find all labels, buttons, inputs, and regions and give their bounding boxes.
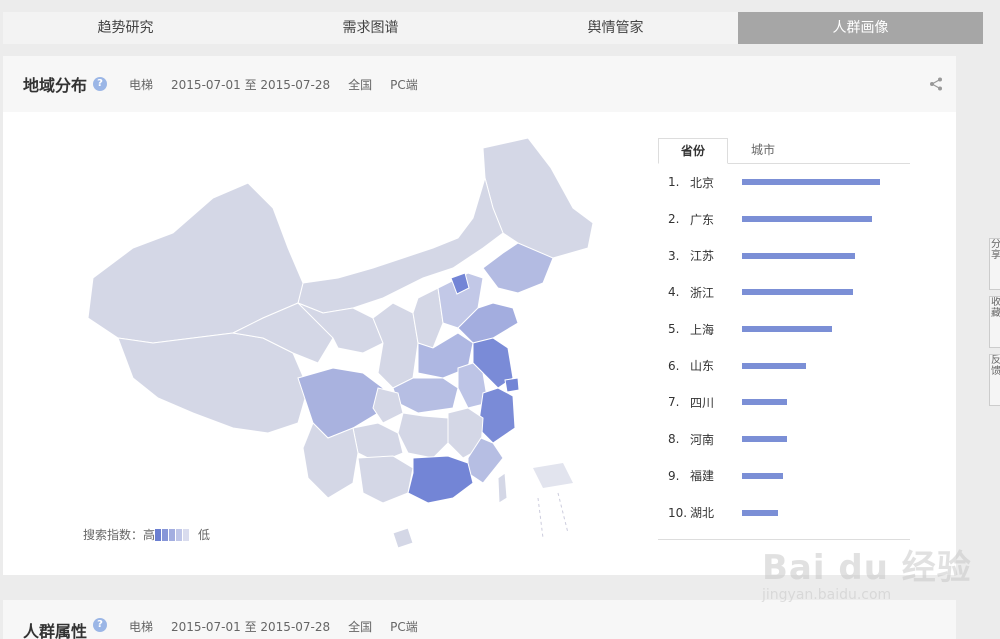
rank-item: 1. 北京 [658, 164, 910, 201]
tab-trend[interactable]: 趋势研究 [3, 12, 248, 44]
device-label: PC端 [390, 77, 418, 92]
side-favorite-button[interactable]: 收藏 [989, 296, 1000, 348]
area-label: 全国 [348, 77, 373, 92]
rank-province-name: 福建 [690, 469, 715, 484]
side-toolbar: 分享 收藏 反馈 [989, 238, 1000, 412]
map-region-hubei [392, 377, 459, 414]
rank-number: 8. [668, 432, 680, 447]
map-region-zhejiang [477, 387, 516, 444]
legend-swatch [183, 528, 190, 541]
page-title: 地域分布 [23, 76, 88, 95]
rank-number: 4. [668, 285, 680, 300]
rank-item: 9. 福建 [658, 458, 910, 495]
legend-swatch [176, 528, 183, 541]
device-label: PC端 [390, 620, 418, 634]
map-region-guangdong [407, 455, 474, 504]
rank-province-name: 北京 [690, 175, 715, 190]
tab-demand[interactable]: 需求图谱 [248, 12, 493, 44]
legend-swatch [169, 528, 176, 541]
watermark-url: jingyan.baidu.com [762, 587, 892, 603]
rank-province-name: 湖北 [690, 506, 715, 521]
map-region-shanghai [504, 377, 520, 393]
rank-bar [742, 252, 855, 259]
baidu-jingyan-watermark: Bai du 经验 jingyan.baidu.com [762, 540, 992, 620]
rank-bar [742, 179, 880, 186]
rank-item: 7. 四川 [658, 384, 910, 421]
rank-list: 1. 北京 2. 广东 3. 江苏 4. 浙江 5. 上海 6. 山东 7. 四川 8. 河南 9. 福建 10. 湖… [658, 164, 910, 540]
rank-bar [742, 362, 806, 369]
map-region-shanxi [412, 287, 444, 349]
rank-bar [742, 472, 783, 479]
date-range: 2015-07-01 至 2015-07-28 [171, 77, 331, 92]
map-region-chongqing [372, 387, 404, 424]
map-region-tibet [117, 332, 309, 434]
legend-swatch [155, 528, 162, 541]
rank-item: 5. 上海 [658, 311, 910, 348]
section-title: 人群属性 [23, 622, 88, 639]
rank-tab-bar: 省份 城市 [658, 138, 910, 164]
rank-number: 6. [668, 358, 680, 373]
province-ranking: 省份 城市 1. 北京 2. 广东 3. 江苏 4. 浙江 5. 上海 6. 山东 7. 四川 8. 河南 9.… [658, 138, 910, 540]
rank-province-name: 广东 [690, 212, 715, 227]
panel-header: 地域分布 ? 电梯 2015-07-01 至 2015-07-28 全国 PC端 [3, 56, 956, 112]
side-feedback-button[interactable]: 反馈 [989, 354, 1000, 406]
map-south-sea-inset [533, 463, 573, 488]
share-icon[interactable] [928, 76, 944, 92]
legend-low-label: 低 [198, 528, 211, 542]
rank-item: 3. 江苏 [658, 237, 910, 274]
rank-item: 6. 山东 [658, 347, 910, 384]
rank-province-name: 上海 [690, 322, 715, 337]
rank-bar [742, 509, 778, 516]
help-icon[interactable]: ? [93, 77, 108, 91]
legend-high-label: 搜索指数：高 [83, 528, 156, 542]
rank-number: 3. [668, 248, 680, 263]
rank-number: 5. [668, 322, 680, 337]
watermark-logo: Bai du 经验 [762, 548, 972, 588]
rank-province-name: 浙江 [690, 285, 715, 300]
rank-number: 1. [668, 175, 680, 190]
rank-number: 2. [668, 212, 680, 227]
rank-number: 7. [668, 395, 680, 410]
map-region-taiwan [497, 472, 508, 504]
map-region-guangxi [357, 455, 414, 504]
rank-bar [742, 436, 787, 443]
rank-province-name: 河南 [690, 432, 715, 447]
rank-item: 8. 河南 [658, 421, 910, 458]
rank-number: 10. [668, 505, 688, 520]
rank-bar [742, 326, 832, 333]
rank-number: 9. [668, 468, 680, 483]
rank-item: 4. 浙江 [658, 274, 910, 311]
rank-province-name: 四川 [690, 395, 715, 410]
rank-province-name: 山东 [690, 359, 715, 374]
area-label: 全国 [348, 620, 373, 634]
rank-bar [742, 216, 872, 223]
tab-city[interactable]: 城市 [728, 138, 798, 163]
date-range: 2015-07-01 至 2015-07-28 [171, 620, 331, 634]
map-legend: 搜索指数：高 低 [83, 526, 210, 543]
map-region-hainan [392, 527, 414, 548]
tab-crowd-portrait[interactable]: 人群画像 [738, 12, 983, 44]
keyword-label: 电梯 [129, 77, 154, 92]
side-share-button[interactable]: 分享 [989, 238, 1000, 290]
keyword-label: 电梯 [129, 620, 154, 634]
tab-province[interactable]: 省份 [658, 138, 728, 164]
rank-bar [742, 399, 787, 406]
top-tab-bar: 趋势研究 需求图谱 舆情管家 人群画像 [3, 12, 983, 44]
legend-swatch [162, 528, 169, 541]
rank-item: 10. 湖北 [658, 494, 910, 531]
map-region-hunan [397, 412, 449, 459]
rank-bar [742, 289, 853, 296]
map-region-northeast [482, 138, 594, 264]
help-icon[interactable]: ? [93, 618, 108, 632]
china-map [87, 138, 594, 548]
tab-opinion[interactable]: 舆情管家 [493, 12, 738, 44]
rank-province-name: 江苏 [690, 249, 715, 264]
region-distribution-panel: 地域分布 ? 电梯 2015-07-01 至 2015-07-28 全国 PC端 [3, 56, 956, 575]
rank-item: 2. 广东 [658, 201, 910, 238]
map-region-shaanxi [372, 302, 419, 389]
